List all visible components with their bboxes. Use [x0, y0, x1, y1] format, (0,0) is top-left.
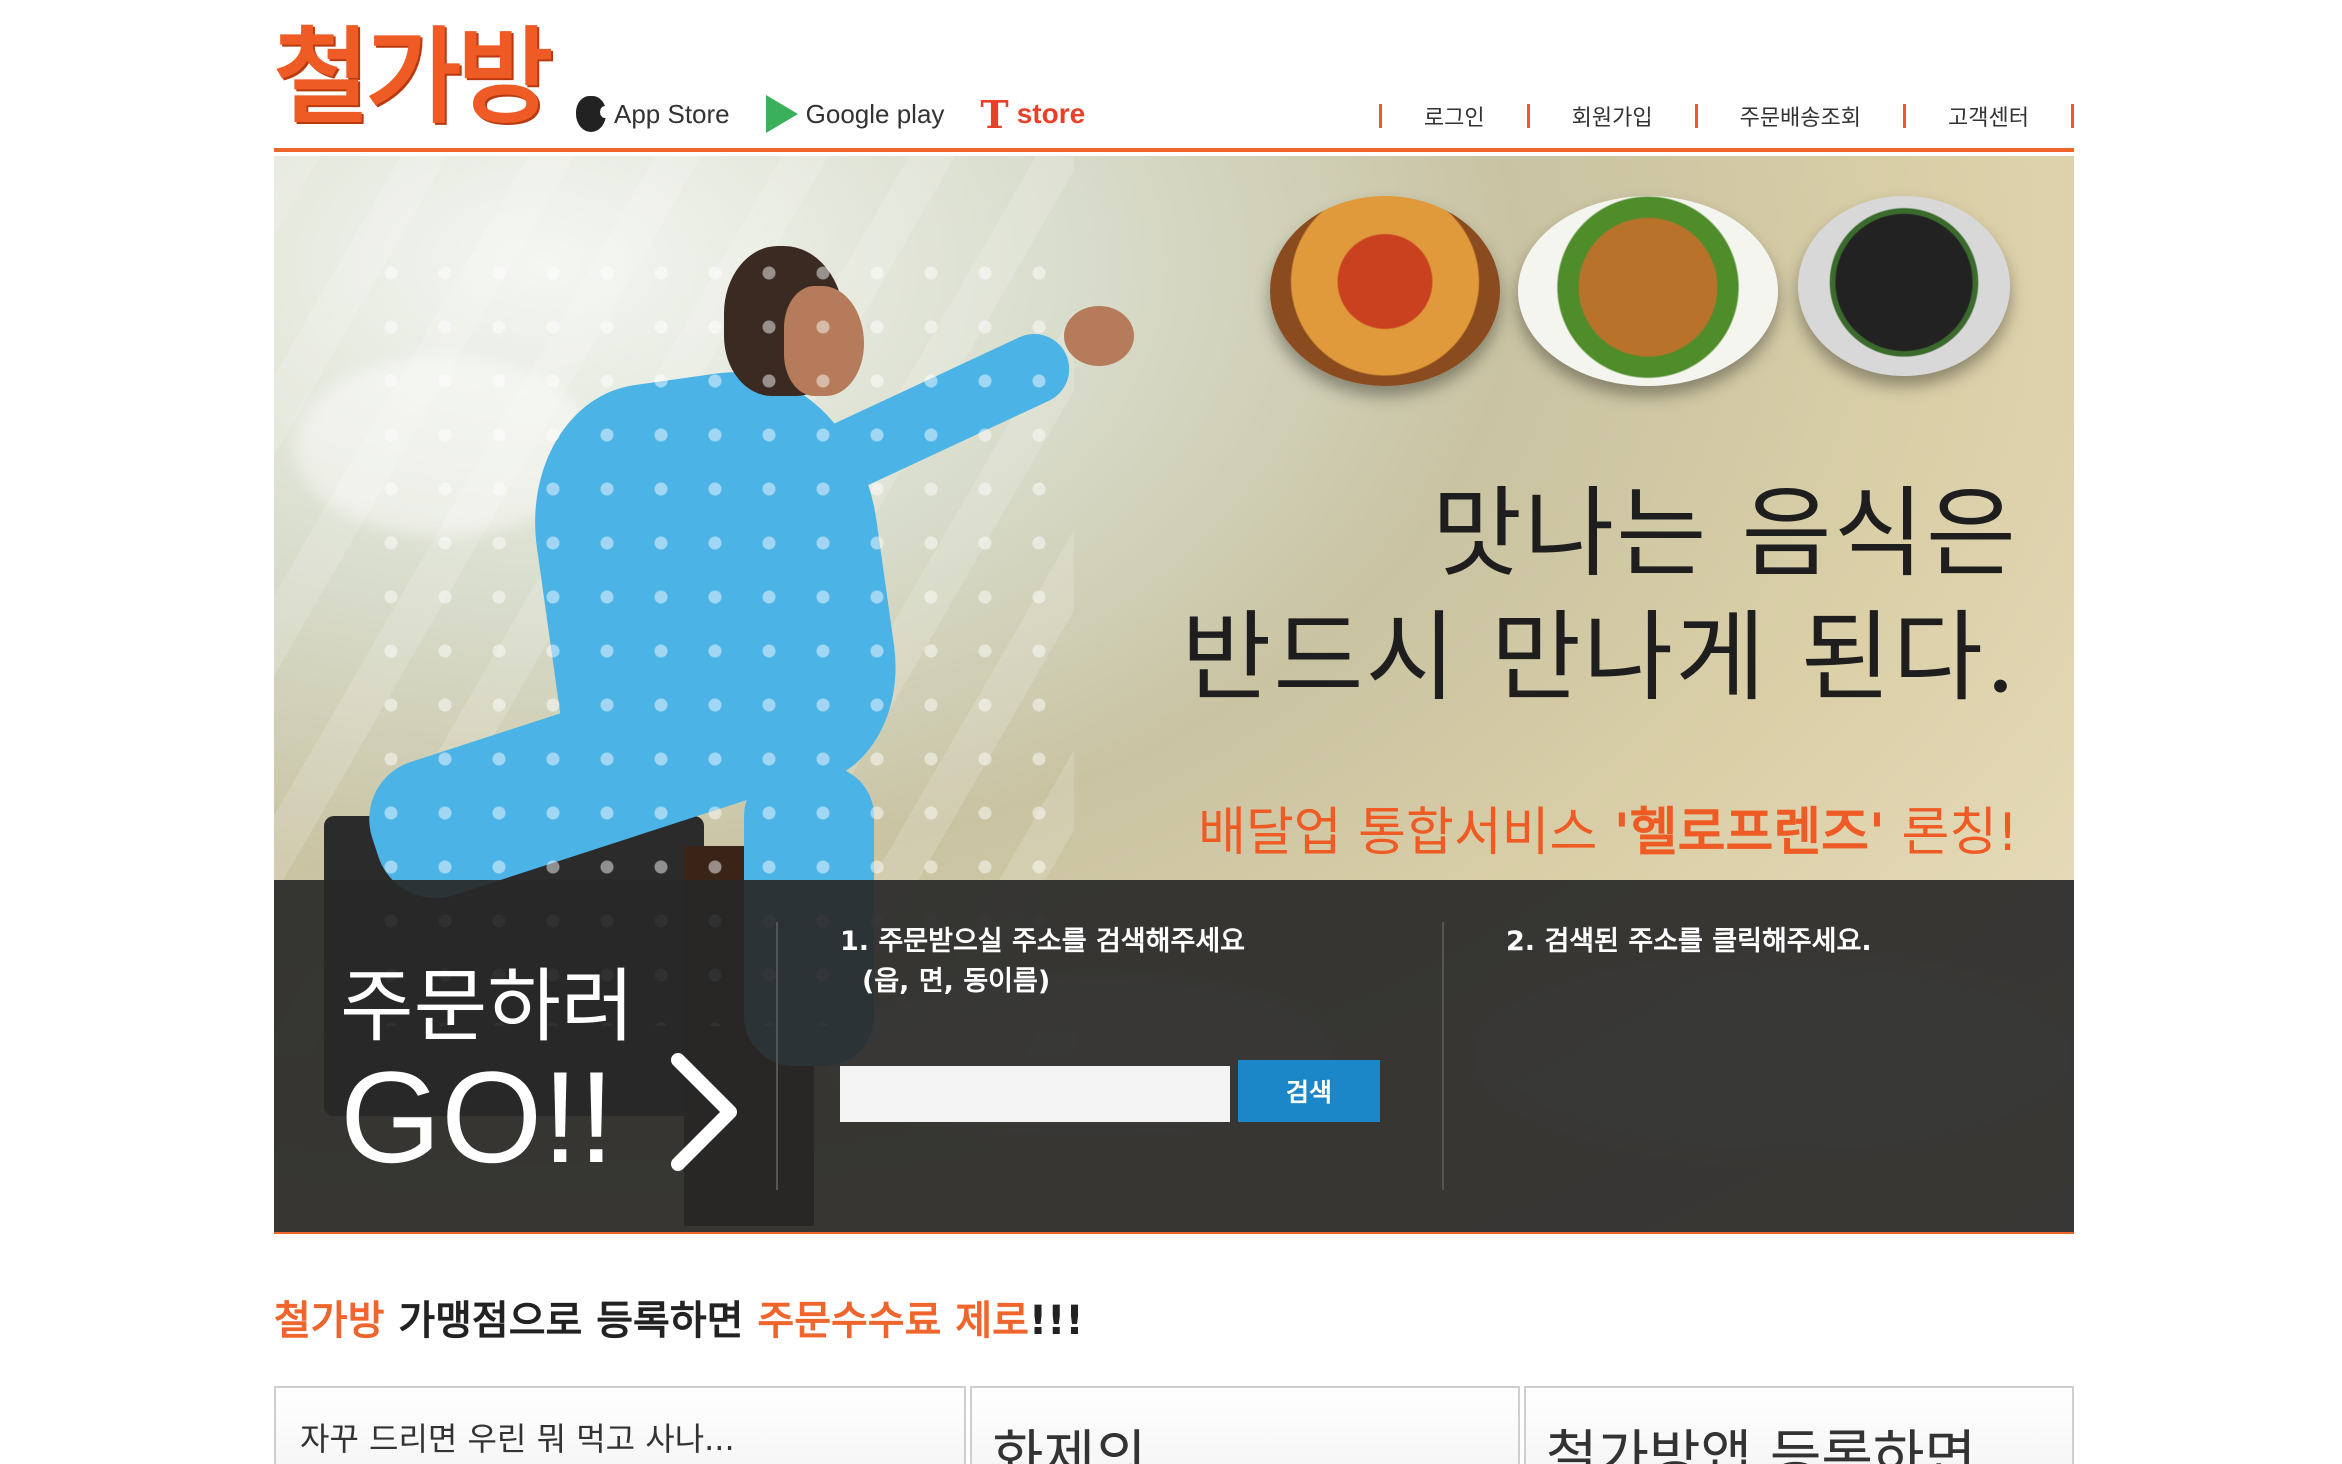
nav-order-tracking[interactable]: 주문배송조회: [1698, 100, 1903, 132]
top-nav: 로그인 회원가입 주문배송조회 고객센터: [1378, 96, 2074, 136]
promo-card-text: 화제의: [992, 1425, 1147, 1464]
logo[interactable]: 철가방: [274, 12, 553, 142]
launch-brand: '헬로프렌즈': [1613, 803, 1885, 863]
store-links: App Store Google play T store: [576, 88, 1121, 140]
nav-divider: [2071, 104, 2074, 128]
google-play-label: Google play: [805, 98, 945, 129]
panel-divider: [1442, 922, 1444, 1190]
franchise-headline: 철가방 가맹점으로 등록하면 주문수수료 제로!!!: [274, 1288, 1084, 1346]
google-play-icon: [765, 95, 798, 133]
franchise-text: 가맹점으로 등록하면: [384, 1298, 758, 1344]
step1-instruction: 1. 주문받으실 주소를 검색해주세요: [840, 926, 1246, 957]
promo-cards: 자꾸 드리면 우린 뭐 먹고 사나... 화제의 철가방앱 등록하면: [274, 1386, 2074, 1464]
app-store-label: App Store: [614, 98, 730, 129]
tstore-icon: T: [980, 91, 1009, 137]
order-go-title: 주문하러: [340, 960, 635, 1053]
order-panel: 주문하러 GO!! 1. 주문받으실 주소를 검색해주세요 (읍, 면, 동이름…: [274, 880, 2074, 1234]
tstore-label: store: [1016, 98, 1086, 129]
nav-signup[interactable]: 회원가입: [1530, 100, 1695, 132]
header: 철가방 App Store Google play T store 로그인 회원…: [274, 0, 2074, 152]
chicken-image: [1518, 196, 1778, 386]
address-search-input[interactable]: [840, 1066, 1230, 1122]
person-hand: [1064, 306, 1134, 366]
google-play-link[interactable]: Google play: [765, 95, 945, 133]
app-store-link[interactable]: App Store: [576, 96, 730, 132]
order-go-big: GO!!: [340, 1044, 615, 1190]
promo-card-text: 철가방앱 등록하면: [1546, 1425, 1976, 1464]
franchise-brand: 철가방: [274, 1298, 385, 1344]
promo-card[interactable]: 철가방앱 등록하면: [1524, 1386, 2074, 1464]
launch-text: 배달업 통합서비스 '헬로프렌즈' 론칭!: [1198, 790, 2018, 865]
hero-banner: 맛나는 음식은 반드시 만나게 된다. 배달업 통합서비스 '헬로프렌즈' 론칭…: [274, 156, 2074, 1234]
franchise-exclaim: !!!: [1028, 1298, 1084, 1344]
nav-login[interactable]: 로그인: [1382, 100, 1527, 132]
panel-divider: [776, 922, 778, 1190]
promo-card[interactable]: 자꾸 드리면 우린 뭐 먹고 사나...: [274, 1386, 966, 1464]
search-button[interactable]: 검색: [1238, 1060, 1380, 1122]
apple-icon: [576, 96, 610, 132]
pizza-image: [1270, 196, 1500, 386]
nav-customer-center[interactable]: 고객센터: [1906, 100, 2071, 132]
franchise-highlight: 주문수수료 제로: [757, 1298, 1029, 1344]
promo-card-text: 자꾸 드리면 우린 뭐 먹고 사나...: [300, 1420, 735, 1458]
jjajangmyeon-image: [1798, 196, 2010, 376]
step1-hint: (읍, 면, 동이름): [862, 966, 1051, 997]
person-face: [784, 286, 864, 396]
hero-slogan: 맛나는 음식은 반드시 만나게 된다.: [1181, 472, 2018, 720]
slogan-line-1: 맛나는 음식은: [1431, 477, 2018, 591]
slogan-line-2: 반드시 만나게 된다.: [1181, 601, 2018, 715]
page: 철가방 App Store Google play T store 로그인 회원…: [274, 0, 2074, 1464]
tstore-link[interactable]: T store: [980, 92, 1085, 137]
chevron-right-icon: [671, 1053, 737, 1171]
launch-prefix: 배달업 통합서비스: [1198, 803, 1614, 863]
launch-suffix: 론칭!: [1884, 803, 2018, 863]
promo-card[interactable]: 화제의: [970, 1386, 1520, 1464]
step2-instruction: 2. 검색된 주소를 클릭해주세요.: [1506, 926, 1872, 957]
